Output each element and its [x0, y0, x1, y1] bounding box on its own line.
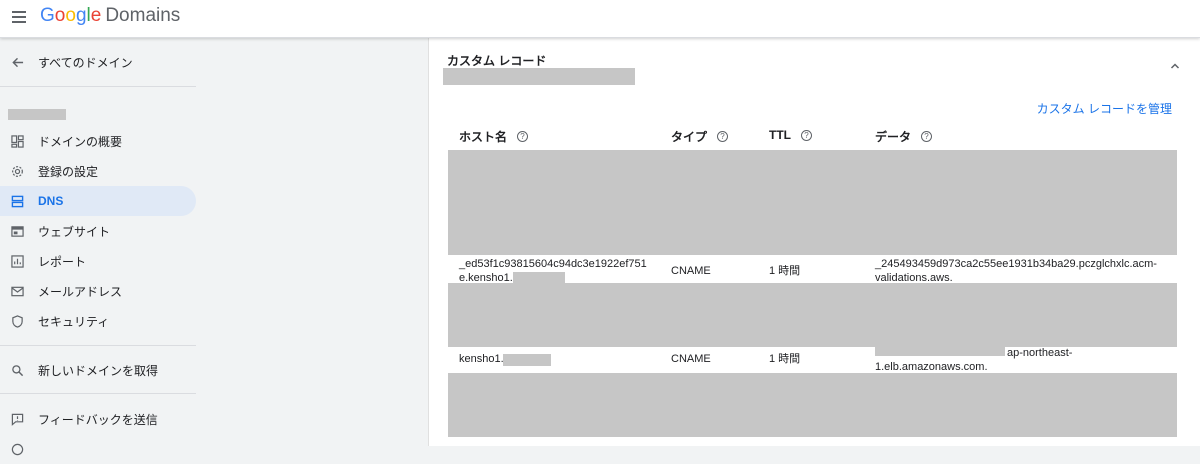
help-icon[interactable]: ?	[921, 131, 933, 142]
help-icon[interactable]: ?	[717, 131, 729, 142]
sidebar-item-label: レポート	[38, 254, 87, 269]
column-header-label: データ	[875, 130, 912, 144]
shield-icon	[10, 314, 24, 328]
record-host: kensho1.	[459, 352, 504, 366]
sidebar-item-email[interactable]: メールアドレス	[0, 276, 196, 306]
redacted-record-rows	[448, 283, 1177, 347]
record-data-line: _245493459d973ca2c55ee1931b34ba29.pczglc…	[875, 258, 1157, 270]
mail-icon	[10, 284, 24, 298]
help-icon[interactable]: ?	[801, 129, 812, 141]
get-new-domain[interactable]: 新しいドメインを取得	[0, 355, 196, 385]
sidebar-item-label: ドメインの概要	[38, 134, 123, 149]
get-new-domain-label: 新しいドメインを取得	[38, 363, 159, 378]
sidebar-item-dns[interactable]: DNS	[0, 186, 196, 216]
record-data-line: ap-northeast-	[1007, 347, 1073, 359]
column-header-label: ホスト名	[459, 130, 508, 144]
column-header-data: データ ?	[875, 128, 933, 145]
sidebar: すべてのドメイン ドメインの概要 登録の設定 DNS ウェブサイト レポート メ…	[0, 38, 198, 455]
divider	[0, 86, 196, 87]
hamburger-menu-icon[interactable]	[10, 9, 28, 27]
record-data: _245493459d973ca2c55ee1931b34ba29.pczglc…	[875, 257, 1157, 285]
google-domains-logo[interactable]: Google Domains	[40, 5, 180, 27]
record-type: CNAME	[671, 353, 711, 365]
search-icon	[10, 363, 24, 377]
top-app-bar: Google Domains	[0, 0, 1200, 38]
logo-google-text: Google	[40, 5, 102, 26]
column-header-label: TTL	[769, 128, 791, 142]
sidebar-item-website[interactable]: ウェブサイト	[0, 216, 196, 246]
redacted-record-rows	[448, 373, 1177, 437]
column-header-type: タイプ ?	[671, 128, 729, 145]
redacted-domain-name	[8, 109, 66, 120]
sidebar-item-help[interactable]	[0, 434, 196, 464]
redacted-domain-name	[443, 68, 635, 85]
section-title: カスタム レコード	[447, 54, 547, 68]
record-type: CNAME	[671, 265, 711, 277]
redacted-data-value	[875, 347, 1005, 356]
send-feedback[interactable]: フィードバックを送信	[0, 404, 196, 434]
record-ttl: 1 時間	[769, 265, 801, 277]
help-circle-icon	[10, 442, 24, 456]
logo-product-text: Domains	[105, 5, 181, 26]
redacted-domain-name	[503, 354, 551, 366]
web-icon	[10, 224, 24, 238]
column-header-ttl: TTL ?	[769, 128, 812, 142]
back-label: すべてのドメイン	[38, 55, 133, 70]
sidebar-item-overview[interactable]: ドメインの概要	[0, 126, 196, 156]
dns-icon	[10, 194, 24, 208]
manage-custom-records-link[interactable]: カスタム レコードを管理	[1037, 100, 1172, 117]
record-ttl: 1 時間	[769, 353, 801, 365]
record-data-line: 1.elb.amazonaws.com.	[875, 361, 988, 373]
arrow-back-icon	[10, 55, 24, 69]
sidebar-item-label: 登録の設定	[38, 164, 99, 179]
back-to-all-domains[interactable]: すべてのドメイン	[0, 47, 196, 77]
sidebar-item-registration-settings[interactable]: 登録の設定	[0, 156, 196, 186]
sidebar-item-reports[interactable]: レポート	[0, 246, 196, 276]
sidebar-item-label: ウェブサイト	[38, 224, 111, 239]
record-host-line: _ed53f1c93815604c94dc3e1922ef751	[459, 258, 647, 270]
send-feedback-label: フィードバックを送信	[38, 412, 158, 427]
feedback-icon	[10, 412, 24, 426]
divider	[0, 345, 196, 346]
chart-icon	[10, 254, 24, 268]
sidebar-item-label: セキュリティ	[38, 314, 110, 329]
record-host-line: kensho1.	[459, 353, 504, 365]
redacted-record-rows	[448, 150, 1177, 255]
column-header-host: ホスト名 ?	[459, 128, 529, 145]
sidebar-item-label: DNS	[38, 194, 64, 208]
dashboard-icon	[10, 134, 24, 148]
chevron-up-icon[interactable]	[1170, 58, 1180, 69]
divider	[0, 393, 196, 394]
help-icon[interactable]: ?	[517, 131, 529, 142]
column-header-label: タイプ	[671, 130, 708, 144]
gear-icon	[10, 164, 24, 178]
sidebar-item-security[interactable]: セキュリティ	[0, 306, 196, 336]
sidebar-item-label: メールアドレス	[38, 284, 123, 299]
custom-records-card: カスタム レコード カスタム レコードを管理 ホスト名 ? タイプ ? TTL …	[428, 38, 1200, 446]
